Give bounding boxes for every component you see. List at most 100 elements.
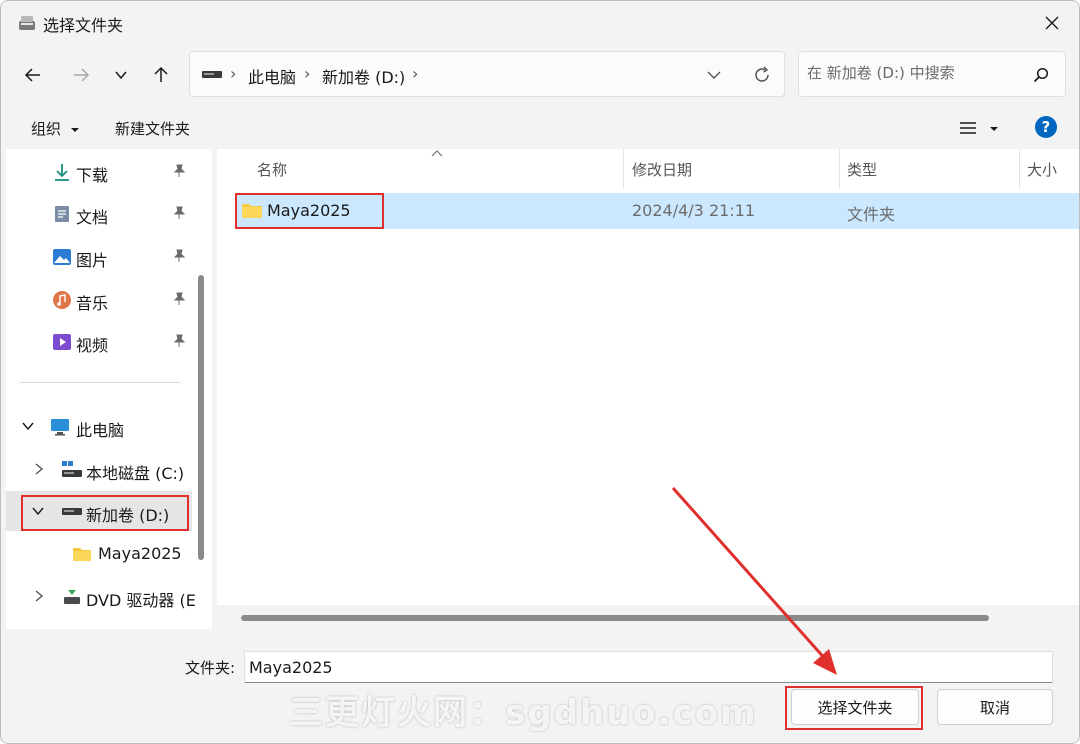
chevron-down-icon[interactable] [22,421,34,431]
folder-icon [242,204,262,218]
help-button[interactable]: ? [1035,116,1057,138]
column-separator[interactable] [1019,149,1020,189]
sidebar-item-dvd-drive[interactable]: DVD 驱动器 (E [6,576,196,616]
sidebar-item-videos[interactable]: 视频 [6,321,192,361]
list-view-icon [960,122,976,134]
table-row[interactable]: Maya2025 2024/4/3 21:11 文件夹 [235,193,1079,229]
sidebar-item-documents[interactable]: 文档 [6,193,192,233]
sidebar-item-music[interactable]: 音乐 [6,279,192,319]
arrow-left-icon [24,68,40,82]
column-header-size[interactable]: 大小 [1027,149,1079,189]
sidebar-item-downloads[interactable]: 下载 [6,151,192,191]
breadcrumb-separator: › [304,64,311,83]
column-header-name[interactable]: 名称 [257,149,623,189]
column-separator[interactable] [623,149,624,189]
sidebar-item-drive-c[interactable]: 本地磁盘 (C:) [6,449,192,489]
caret-down-icon [990,127,998,131]
download-icon [55,164,69,181]
sidebar-item-label: 新加卷 (D:) [86,506,170,525]
search-input[interactable] [807,64,1027,82]
close-button[interactable] [1025,1,1079,45]
sidebar-item-label: 本地磁盘 (C:) [86,464,185,483]
chevron-down-icon[interactable] [32,506,44,516]
search-icon[interactable] [1033,67,1049,83]
horizontal-scrollbar[interactable] [241,615,989,621]
arrow-up-icon [154,66,168,82]
column-header-label: 修改日期 [632,161,693,179]
file-type: 文件夹 [847,205,896,224]
file-modified: 2024/4/3 21:11 [632,201,756,220]
pin-icon [173,292,186,305]
video-icon [53,334,71,350]
new-folder-button[interactable]: 新建文件夹 [115,118,190,139]
up-button[interactable] [145,59,177,91]
title-bar: 选择文件夹 [1,1,1079,45]
pin-icon [173,164,186,177]
sidebar-item-label: 下载 [76,166,109,185]
file-list: 名称 修改日期 类型 大小 Maya2025 2024/4/3 21:11 文件… [217,149,1079,629]
sidebar-item-label: 音乐 [76,294,109,313]
breadcrumb-this-pc[interactable]: 此电脑 [248,64,296,88]
column-separator[interactable] [839,149,840,189]
sidebar-item-drive-d[interactable]: 新加卷 (D:) [6,491,192,531]
folder-icon [73,548,91,561]
column-header-label: 大小 [1027,161,1058,179]
pin-icon [173,249,186,262]
recent-locations-button[interactable] [105,59,137,91]
column-header-type[interactable]: 类型 [847,149,1017,189]
select-folder-button[interactable]: 选择文件夹 [791,689,919,725]
breadcrumb-separator: › [412,64,419,83]
column-header-label: 类型 [847,161,878,179]
breadcrumb-drive-d[interactable]: 新加卷 (D:) [322,64,405,88]
folder-name-input[interactable] [244,651,1053,683]
address-bar[interactable]: › 此电脑 › 新加卷 (D:) › [189,51,785,97]
folder-picker-dialog: 选择文件夹 › 此电脑 › 新加卷 (D:) › 在 新加卷 (D:) 中搜索 … [0,0,1080,744]
sidebar-item-label: 图片 [76,251,109,270]
file-name: Maya2025 [267,201,351,220]
sidebar-item-label: 此电脑 [76,421,125,440]
sidebar-item-label: Maya2025 [98,544,182,563]
forward-button[interactable] [65,59,97,91]
drive-icon [62,461,82,477]
picture-icon [53,249,71,265]
organize-label: 组织 [31,120,62,138]
dialog-title: 选择文件夹 [43,16,124,35]
sidebar-item-label: DVD 驱动器 (E [86,591,196,610]
pin-icon [173,206,186,219]
chevron-down-icon [115,71,127,80]
view-options-button[interactable] [957,119,1001,139]
pin-icon [173,334,186,347]
arrow-right-icon [74,68,90,82]
chevron-down-icon[interactable] [706,68,722,82]
document-icon [55,206,69,222]
app-icon [19,16,35,30]
watermark-text: 三更灯火网：sgdhuo.com [289,693,758,733]
drive-icon [202,71,222,78]
refresh-icon[interactable] [752,65,772,85]
dvd-icon [64,590,80,604]
chevron-right-icon[interactable] [34,463,44,475]
sidebar-item-pictures[interactable]: 图片 [6,236,192,276]
search-box[interactable] [798,51,1066,97]
sidebar-item-label: 视频 [76,336,109,355]
monitor-icon [51,419,69,436]
drive-icon [62,508,82,515]
column-header-modified[interactable]: 修改日期 [632,149,837,189]
chevron-right-icon[interactable] [34,590,44,602]
cancel-button[interactable]: 取消 [937,689,1053,725]
column-header-label: 名称 [257,161,288,179]
breadcrumb-separator: › [230,64,237,83]
folder-field-label: 文件夹: [185,659,236,677]
close-icon [1045,16,1059,30]
caret-down-icon [70,127,79,132]
command-toolbar: 组织 新建文件夹 ? [1,107,1079,149]
navigation-pane: 下载 文档 图片 音乐 视频 此电脑 本地磁盘 (C:) 新加卷 (D:) Ma… [6,149,212,629]
sidebar-item-label: 文档 [76,208,109,227]
sidebar-scrollbar[interactable] [198,275,204,560]
music-icon [53,291,71,309]
organize-menu[interactable]: 组织 [31,118,80,139]
sidebar-divider [20,382,180,383]
sidebar-item-maya2025[interactable]: Maya2025 [6,533,192,573]
back-button[interactable] [17,59,49,91]
sidebar-item-this-pc[interactable]: 此电脑 [6,406,192,446]
